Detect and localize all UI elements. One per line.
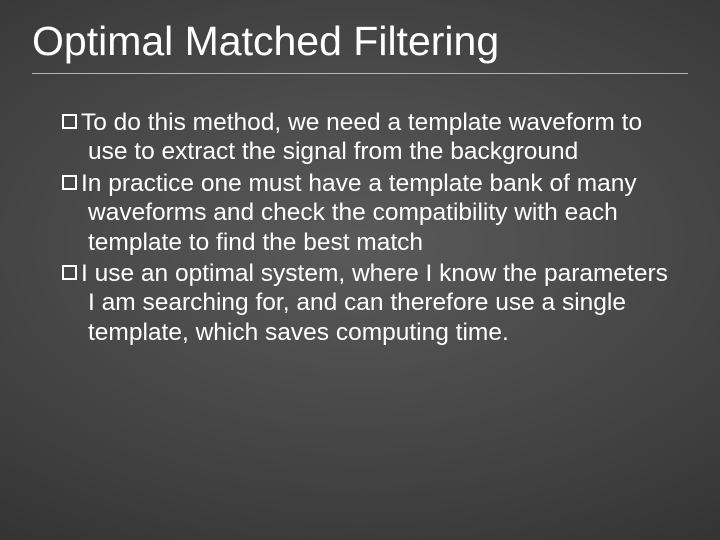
bullet-item: In practice one must have a template ban…	[62, 169, 680, 257]
checkbox-icon	[62, 114, 77, 129]
bullet-item: To do this method, we need a template wa…	[62, 108, 680, 167]
bullet-item: I use an optimal system, where I know th…	[62, 259, 680, 347]
slide-body: To do this method, we need a template wa…	[62, 108, 680, 349]
bullet-text: To do this method, we need a template wa…	[81, 109, 642, 165]
checkbox-icon	[62, 265, 77, 280]
bullet-text: I use an optimal system, where I know th…	[81, 260, 668, 346]
slide: Optimal Matched Filtering To do this met…	[0, 0, 720, 540]
bullet-text: In practice one must have a template ban…	[81, 170, 637, 256]
slide-title: Optimal Matched Filtering	[32, 18, 688, 74]
checkbox-icon	[62, 175, 77, 190]
